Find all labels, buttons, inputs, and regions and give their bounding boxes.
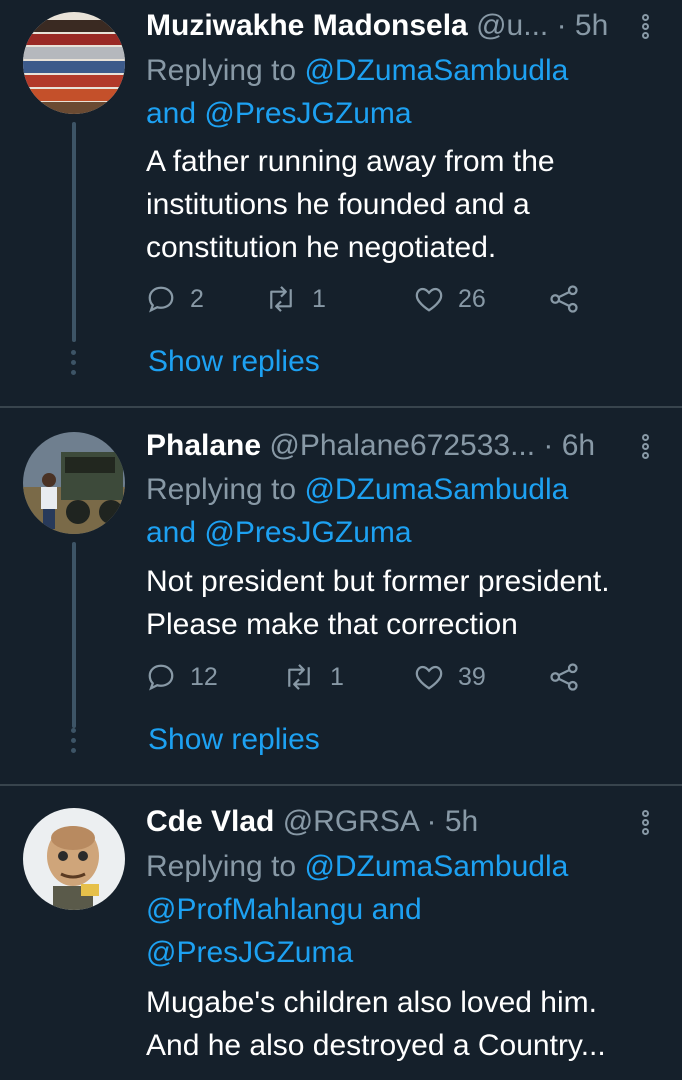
mention-link[interactable]: @DZumaSambudla — [304, 473, 568, 506]
mention-link[interactable]: @PresJGZuma — [204, 97, 411, 130]
share-icon — [550, 285, 578, 313]
tweet-text-line: Please make that correction — [146, 608, 518, 641]
show-replies-link[interactable]: Show replies — [148, 723, 320, 757]
reply-icon — [148, 664, 174, 691]
author-name[interactable]: Muziwakhe Madonsela — [146, 9, 468, 42]
share-button[interactable] — [548, 284, 580, 314]
mention-link[interactable]: @DZumaSambudla — [304, 850, 568, 883]
replying-prefix: Replying to — [146, 473, 305, 506]
author-handle[interactable]: @u... — [476, 9, 548, 42]
author-handle[interactable]: @Phalane672533... — [269, 429, 535, 462]
mention-link[interactable]: @PresJGZuma — [204, 516, 411, 549]
retweet-button[interactable]: 1 — [264, 284, 326, 314]
author-name[interactable]: Cde Vlad — [146, 805, 274, 838]
like-icon — [415, 287, 443, 312]
mention-link[interactable]: @ProfMahlangu — [146, 893, 363, 926]
like-count: 39 — [458, 662, 486, 691]
tweet-header: Phalane @Phalane672533... · 6h — [146, 426, 595, 466]
mention-and[interactable]: and — [146, 516, 196, 549]
tweet-2[interactable]: Phalane @Phalane672533... · 6h Replying … — [0, 408, 682, 786]
avatar[interactable] — [23, 808, 125, 910]
tweet-text-line: constitution he negotiated. — [146, 231, 497, 264]
thread-line — [72, 122, 76, 342]
tweet-text-line: institutions he founded and a — [146, 188, 530, 221]
thread-line — [72, 542, 76, 728]
like-icon — [415, 665, 443, 690]
like-button[interactable]: 39 — [414, 662, 486, 692]
tweet-1[interactable]: Muziwakhe Madonsela @u... · 5h Replying … — [0, 0, 682, 408]
retweet-count: 1 — [330, 662, 344, 691]
reply-button[interactable]: 12 — [146, 662, 218, 692]
retweet-button[interactable]: 1 — [282, 662, 344, 692]
tweet-text-line: Mugabe's children also loved him. — [146, 986, 597, 1019]
retweet-icon — [288, 664, 310, 690]
like-button[interactable]: 26 — [414, 284, 486, 314]
tweet-text: Not president but former president. Plea… — [146, 560, 610, 646]
retweet-icon — [270, 286, 292, 312]
thread-dots — [71, 728, 77, 758]
reply-count: 2 — [190, 284, 204, 313]
timestamp[interactable]: · 5h — [557, 9, 609, 42]
author-name[interactable]: Phalane — [146, 429, 261, 462]
replying-prefix: Replying to — [146, 54, 305, 87]
more-icon[interactable] — [642, 434, 652, 461]
replying-to: Replying to @DZumaSambudla and @PresJGZu… — [146, 49, 568, 135]
replying-prefix: Replying to — [146, 850, 305, 883]
mention-and[interactable]: and — [146, 97, 196, 130]
tweet-text-line: Not president but former president. — [146, 565, 610, 598]
tweet-actions: 12 1 39 — [146, 662, 606, 702]
retweet-count: 1 — [312, 284, 326, 313]
timestamp[interactable]: · 5h — [427, 805, 479, 838]
more-icon[interactable] — [642, 810, 652, 837]
share-button[interactable] — [548, 662, 580, 692]
share-icon — [550, 663, 578, 691]
tweet-header: Cde Vlad @RGRSA · 5h — [146, 802, 478, 842]
tweet-text-line: A father running away from the — [146, 145, 555, 178]
reply-button[interactable]: 2 — [146, 284, 204, 314]
mention-link[interactable]: @PresJGZuma — [146, 936, 353, 969]
like-count: 26 — [458, 284, 486, 313]
more-icon[interactable] — [642, 14, 652, 41]
tweet-3[interactable]: Cde Vlad @RGRSA · 5h Replying to @DZumaS… — [0, 786, 682, 1080]
tweet-text: Mugabe's children also loved him. And he… — [146, 981, 606, 1067]
tweet-actions: 2 1 26 — [146, 284, 606, 324]
reply-icon — [148, 286, 174, 313]
tweet-text: A father running away from the instituti… — [146, 140, 555, 269]
replying-to: Replying to @DZumaSambudla @ProfMahlangu… — [146, 845, 568, 974]
tweet-header: Muziwakhe Madonsela @u... · 5h — [146, 6, 608, 46]
avatar[interactable] — [23, 12, 125, 114]
avatar[interactable] — [23, 432, 125, 534]
replying-to: Replying to @DZumaSambudla and @PresJGZu… — [146, 468, 568, 554]
mention-link[interactable]: @DZumaSambudla — [304, 54, 568, 87]
tweet-text-line: And he also destroyed a Country... — [146, 1029, 606, 1062]
show-replies-link[interactable]: Show replies — [148, 345, 320, 379]
timestamp[interactable]: · 6h — [543, 429, 595, 462]
thread-dots — [71, 350, 77, 380]
mention-and[interactable]: and — [372, 893, 422, 926]
reply-count: 12 — [190, 662, 218, 691]
author-handle[interactable]: @RGRSA — [283, 805, 418, 838]
